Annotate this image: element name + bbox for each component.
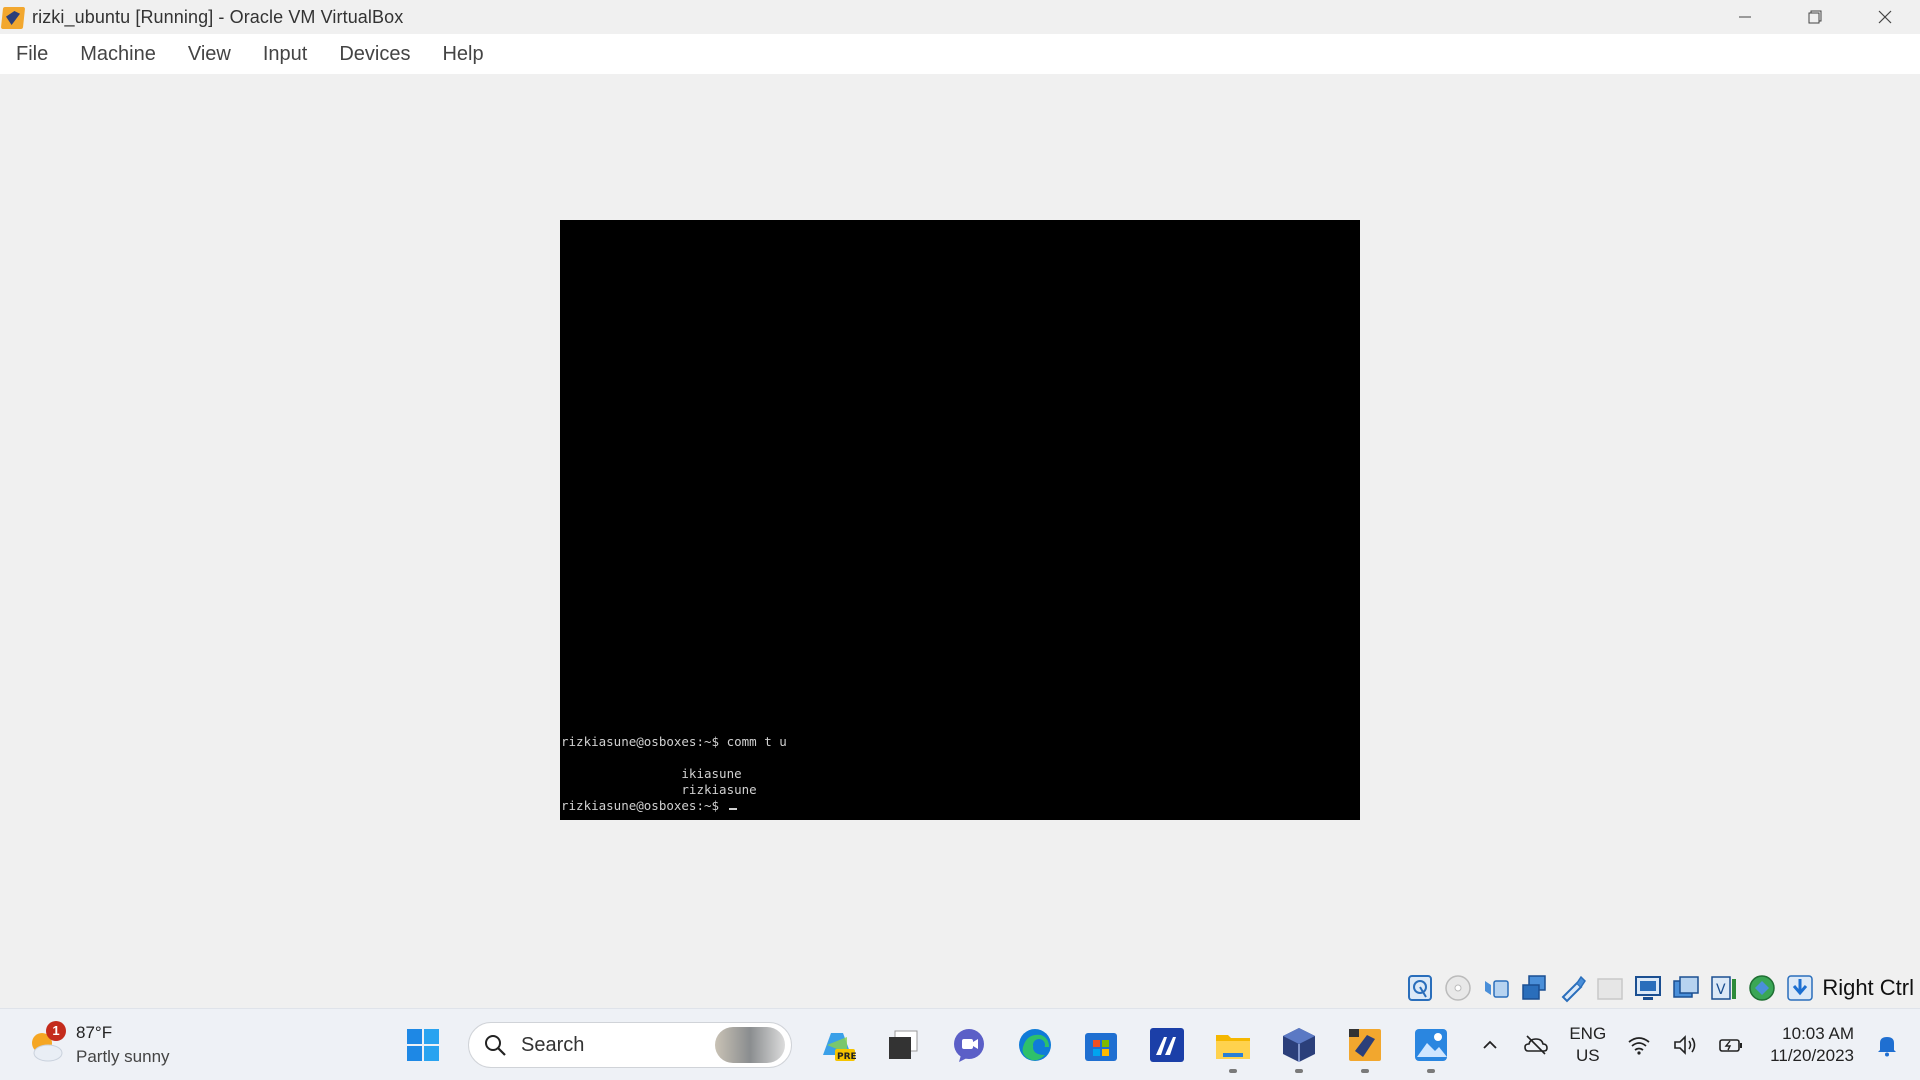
weather-widget[interactable]: 1 87°F Partly sunny — [26, 1021, 226, 1069]
onedrive-button[interactable] — [1521, 1030, 1551, 1060]
taskbar-task-view[interactable] — [875, 1017, 931, 1073]
battery-button[interactable] — [1716, 1030, 1746, 1060]
speaker-icon — [1674, 1035, 1696, 1055]
menu-help[interactable]: Help — [442, 43, 483, 66]
terminal-line: ikiasune — [561, 766, 742, 781]
onedrive-offline-icon — [1524, 1035, 1549, 1055]
terminal-prompt: rizkiasune@osboxes:~$ — [561, 798, 727, 813]
language-indicator[interactable]: ENG US — [1569, 1023, 1606, 1067]
taskbar-store[interactable] — [1073, 1017, 1129, 1073]
window-controls — [1710, 0, 1920, 34]
svg-text:V: V — [1716, 982, 1726, 998]
minimize-icon — [1739, 16, 1751, 18]
search-label: Search — [521, 1033, 585, 1056]
virtualization-icon[interactable]: V — [1708, 972, 1740, 1004]
terminal-line: rizkiasune@osboxes:~$ comm t u — [561, 734, 787, 749]
optical-drive-icon[interactable] — [1442, 972, 1474, 1004]
windows-start-icon — [407, 1029, 439, 1061]
taskbar-teams-chat[interactable] — [941, 1017, 997, 1073]
taskbar-ide[interactable] — [1139, 1017, 1195, 1073]
minimize-button[interactable] — [1710, 0, 1780, 34]
display-icon[interactable] — [1632, 972, 1664, 1004]
notifications-button[interactable] — [1872, 1030, 1902, 1060]
restore-icon — [1808, 10, 1822, 24]
close-icon — [1878, 10, 1892, 24]
task-view-icon — [889, 1030, 918, 1059]
taskbar-copilot-pre[interactable]: PRE — [809, 1017, 865, 1073]
menu-machine[interactable]: Machine — [80, 43, 156, 66]
clock[interactable]: 10:03 AM 11/20/2023 — [1770, 1023, 1854, 1067]
taskbar-edge[interactable] — [1007, 1017, 1063, 1073]
taskbar-apps: Search PRE — [390, 1009, 1464, 1080]
weather-alert-badge: 1 — [46, 1021, 66, 1041]
volume-button[interactable] — [1670, 1030, 1700, 1060]
language-code: ENG — [1569, 1024, 1607, 1043]
wifi-icon — [1628, 1037, 1650, 1055]
terminal-cursor — [728, 808, 737, 810]
taskbar-photos[interactable] — [1403, 1017, 1459, 1073]
search-highlight-image — [715, 1027, 785, 1063]
teams-chat-icon — [954, 1029, 984, 1062]
weather-temperature: 87°F — [76, 1023, 113, 1042]
taskbar-file-explorer[interactable] — [1205, 1017, 1261, 1073]
search-icon — [485, 1035, 506, 1056]
store-icon — [1085, 1033, 1117, 1061]
mouse-integration-icon[interactable] — [1746, 972, 1778, 1004]
menu-file[interactable]: File — [16, 43, 48, 66]
restore-button[interactable] — [1780, 0, 1850, 34]
photos-icon — [1415, 1029, 1447, 1061]
virtualbox-vm-icon — [1349, 1029, 1381, 1061]
vm-display[interactable]: rizkiasune@osboxes:~$ comm t u ikiasune … — [560, 220, 1360, 820]
running-indicator — [1295, 1069, 1303, 1073]
show-hidden-icons-button[interactable] — [1475, 1030, 1505, 1060]
taskbar-virtualbox[interactable] — [1271, 1017, 1327, 1073]
virtualbox-icon — [1283, 1028, 1315, 1062]
wifi-button[interactable] — [1624, 1030, 1654, 1060]
taskbar-virtualbox-vm[interactable] — [1337, 1017, 1393, 1073]
svg-text:PRE: PRE — [837, 1052, 857, 1062]
copilot-pre-icon: PRE — [823, 1033, 857, 1062]
close-button[interactable] — [1850, 0, 1920, 34]
taskbar-search[interactable]: Search — [468, 1022, 792, 1068]
host-key-label: Right Ctrl — [1822, 975, 1914, 1000]
window-title: rizki_ubuntu [Running] - Oracle VM Virtu… — [32, 6, 404, 27]
hard-disk-icon[interactable] — [1404, 972, 1436, 1004]
system-tray: ENG US 10:03 AM 11/20/2023 — [1467, 1009, 1920, 1080]
file-explorer-icon — [1216, 1035, 1250, 1059]
menu-bar: File Machine View Input Devices Help — [0, 34, 1920, 74]
terminal-output: rizkiasune@osboxes:~$ comm t u ikiasune … — [560, 734, 1360, 814]
network-icon[interactable] — [1518, 972, 1550, 1004]
edge-icon — [1019, 1029, 1051, 1061]
title-bar: rizki_ubuntu [Running] - Oracle VM Virtu… — [0, 0, 1920, 34]
menu-input[interactable]: Input — [263, 43, 307, 66]
clock-date: 11/20/2023 — [1770, 1046, 1854, 1065]
start-button[interactable] — [395, 1017, 451, 1073]
audio-icon[interactable] — [1480, 972, 1512, 1004]
virtualbox-app-icon — [0, 5, 26, 29]
shared-folders-icon[interactable] — [1594, 972, 1626, 1004]
keyboard-capture-icon[interactable] — [1784, 972, 1816, 1004]
terminal-line: rizkiasune — [561, 782, 757, 797]
terminal-prompt-line: rizkiasune@osboxes:~$ — [560, 798, 1360, 814]
usb-icon[interactable] — [1556, 972, 1588, 1004]
taskbar: 1 87°F Partly sunny Search PRE ENG US 10… — [0, 1008, 1920, 1080]
bell-icon — [1878, 1037, 1896, 1057]
recording-icon[interactable] — [1670, 972, 1702, 1004]
chevron-up-icon — [1483, 1040, 1497, 1049]
running-indicator — [1361, 1069, 1369, 1073]
running-indicator — [1427, 1069, 1435, 1073]
weather-description: Partly sunny — [76, 1047, 170, 1066]
running-indicator — [1229, 1069, 1237, 1073]
battery-charging-icon — [1719, 1039, 1743, 1052]
menu-view[interactable]: View — [188, 43, 231, 66]
language-region: US — [1575, 1046, 1600, 1065]
vm-status-bar: V Right Ctrl — [0, 968, 1920, 1008]
ide-icon — [1150, 1028, 1184, 1062]
clock-time: 10:03 AM — [1782, 1024, 1854, 1043]
menu-devices[interactable]: Devices — [339, 43, 410, 66]
